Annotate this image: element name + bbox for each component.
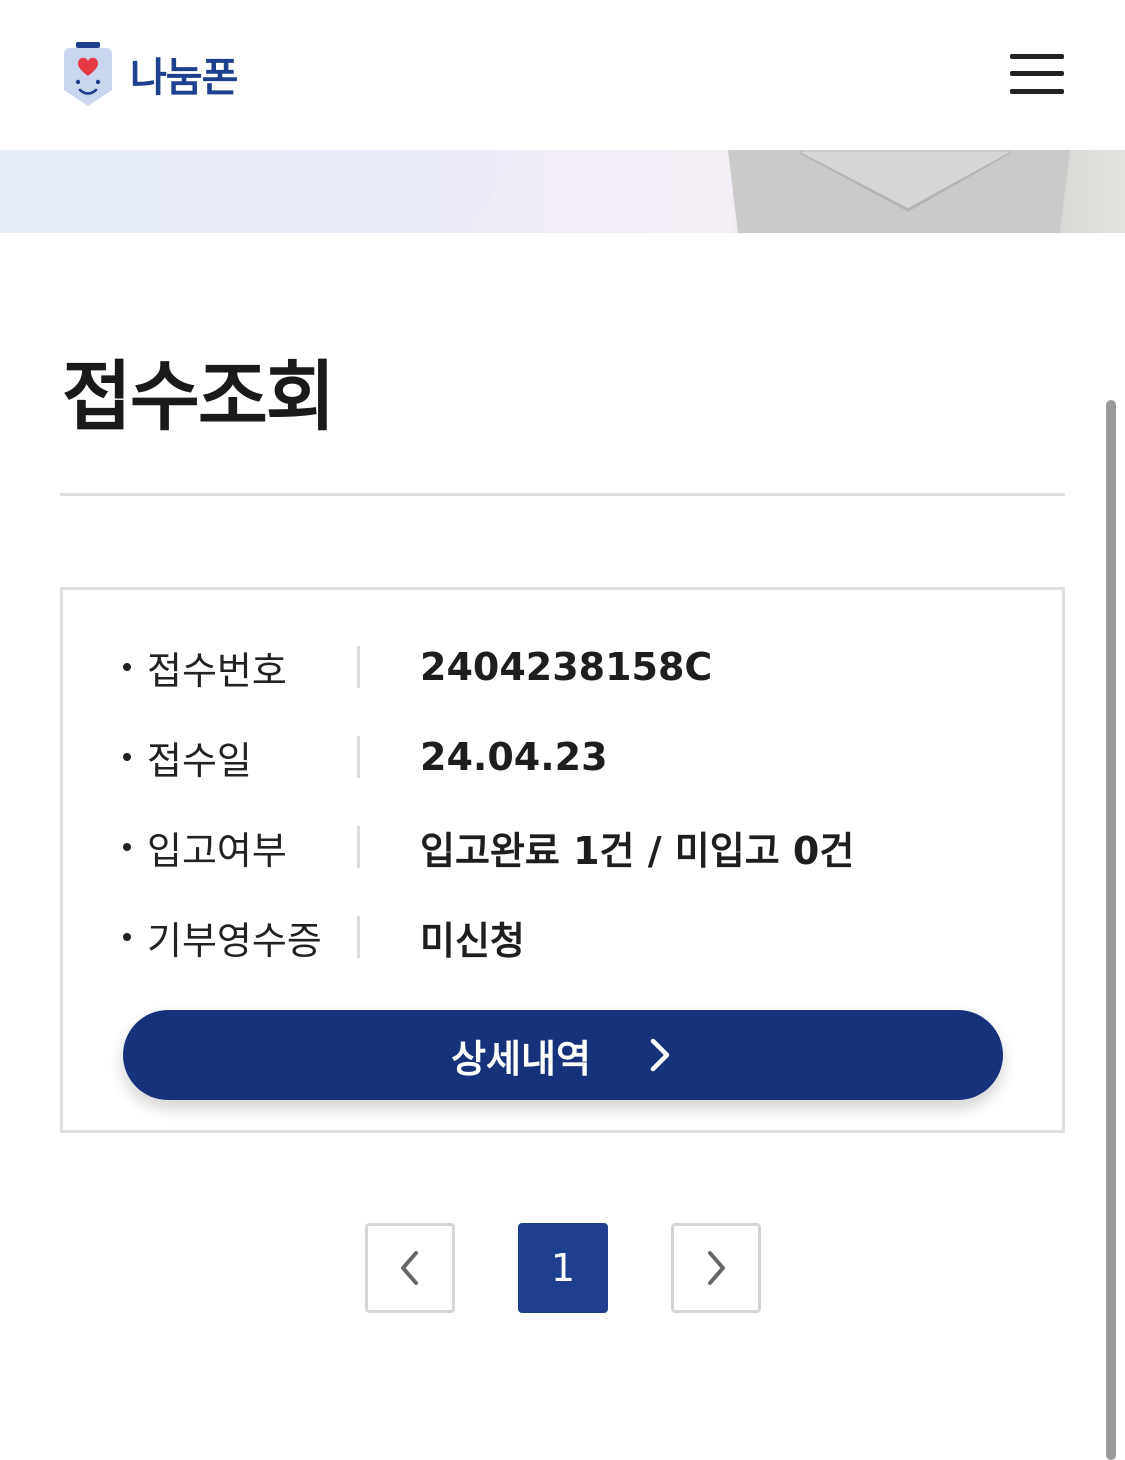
chevron-right-icon [650, 1038, 670, 1072]
donation-receipt-label: 기부영수증 [147, 918, 322, 963]
stock-status-label: 입고여부 [147, 828, 287, 873]
receipt-number-label: 접수번호 [147, 648, 287, 693]
stock-status-row: 입고여부 입고완료 1건 / 미입고 0건 [123, 825, 1003, 873]
title-divider [60, 493, 1065, 496]
row-separator [357, 646, 360, 688]
hamburger-menu-icon-bar [1010, 89, 1064, 94]
row-separator [357, 916, 360, 958]
detail-button[interactable]: 상세내역 [123, 1010, 1003, 1100]
header: 나눔폰 [0, 0, 1125, 150]
next-page-button[interactable] [671, 1223, 761, 1313]
receipt-number-value: 2404238158C [420, 645, 713, 689]
hamburger-menu-icon-bar [1010, 71, 1064, 76]
bullet [123, 663, 131, 671]
page-title: 접수조회 [62, 352, 336, 441]
logo[interactable]: 나눔폰 [58, 40, 238, 108]
current-page-number: 1 [550, 1246, 576, 1290]
receipt-number-row: 접수번호 2404238158C [123, 645, 1003, 693]
receipt-date-label: 접수일 [147, 738, 252, 783]
logo-text: 나눔폰 [130, 55, 238, 101]
receipt-date-value: 24.04.23 [420, 735, 608, 779]
donation-receipt-row: 기부영수증 미신청 [123, 915, 1003, 963]
hamburger-menu-button[interactable] [1006, 50, 1068, 100]
smiley-phone-heart-icon [64, 42, 112, 106]
prev-page-button[interactable] [365, 1223, 455, 1313]
row-separator [357, 736, 360, 778]
detail-button-label: 상세내역 [451, 1036, 591, 1081]
bullet [123, 753, 131, 761]
banner-box-illustration [470, 150, 1070, 233]
receipt-card: 접수번호 2404238158C 접수일 24.04.23 입고여부 입고완료 … [60, 587, 1065, 1133]
stock-status-value: 입고완료 1건 / 미입고 0건 [420, 828, 855, 873]
hero-banner [0, 150, 1125, 233]
page: 나눔폰 접수조회 접수번호 2404238158C 접수일 24.04.23 입… [0, 0, 1125, 1460]
page-1-button[interactable]: 1 [518, 1223, 608, 1313]
donation-receipt-value: 미신청 [420, 918, 525, 963]
scrollbar[interactable] [1106, 400, 1116, 1460]
bullet [123, 933, 131, 941]
receipt-date-row: 접수일 24.04.23 [123, 735, 1003, 783]
hamburger-menu-icon [1010, 54, 1064, 59]
row-separator [357, 826, 360, 868]
chevron-left-icon [401, 1251, 418, 1285]
bullet [123, 843, 131, 851]
chevron-right-icon [708, 1251, 725, 1285]
